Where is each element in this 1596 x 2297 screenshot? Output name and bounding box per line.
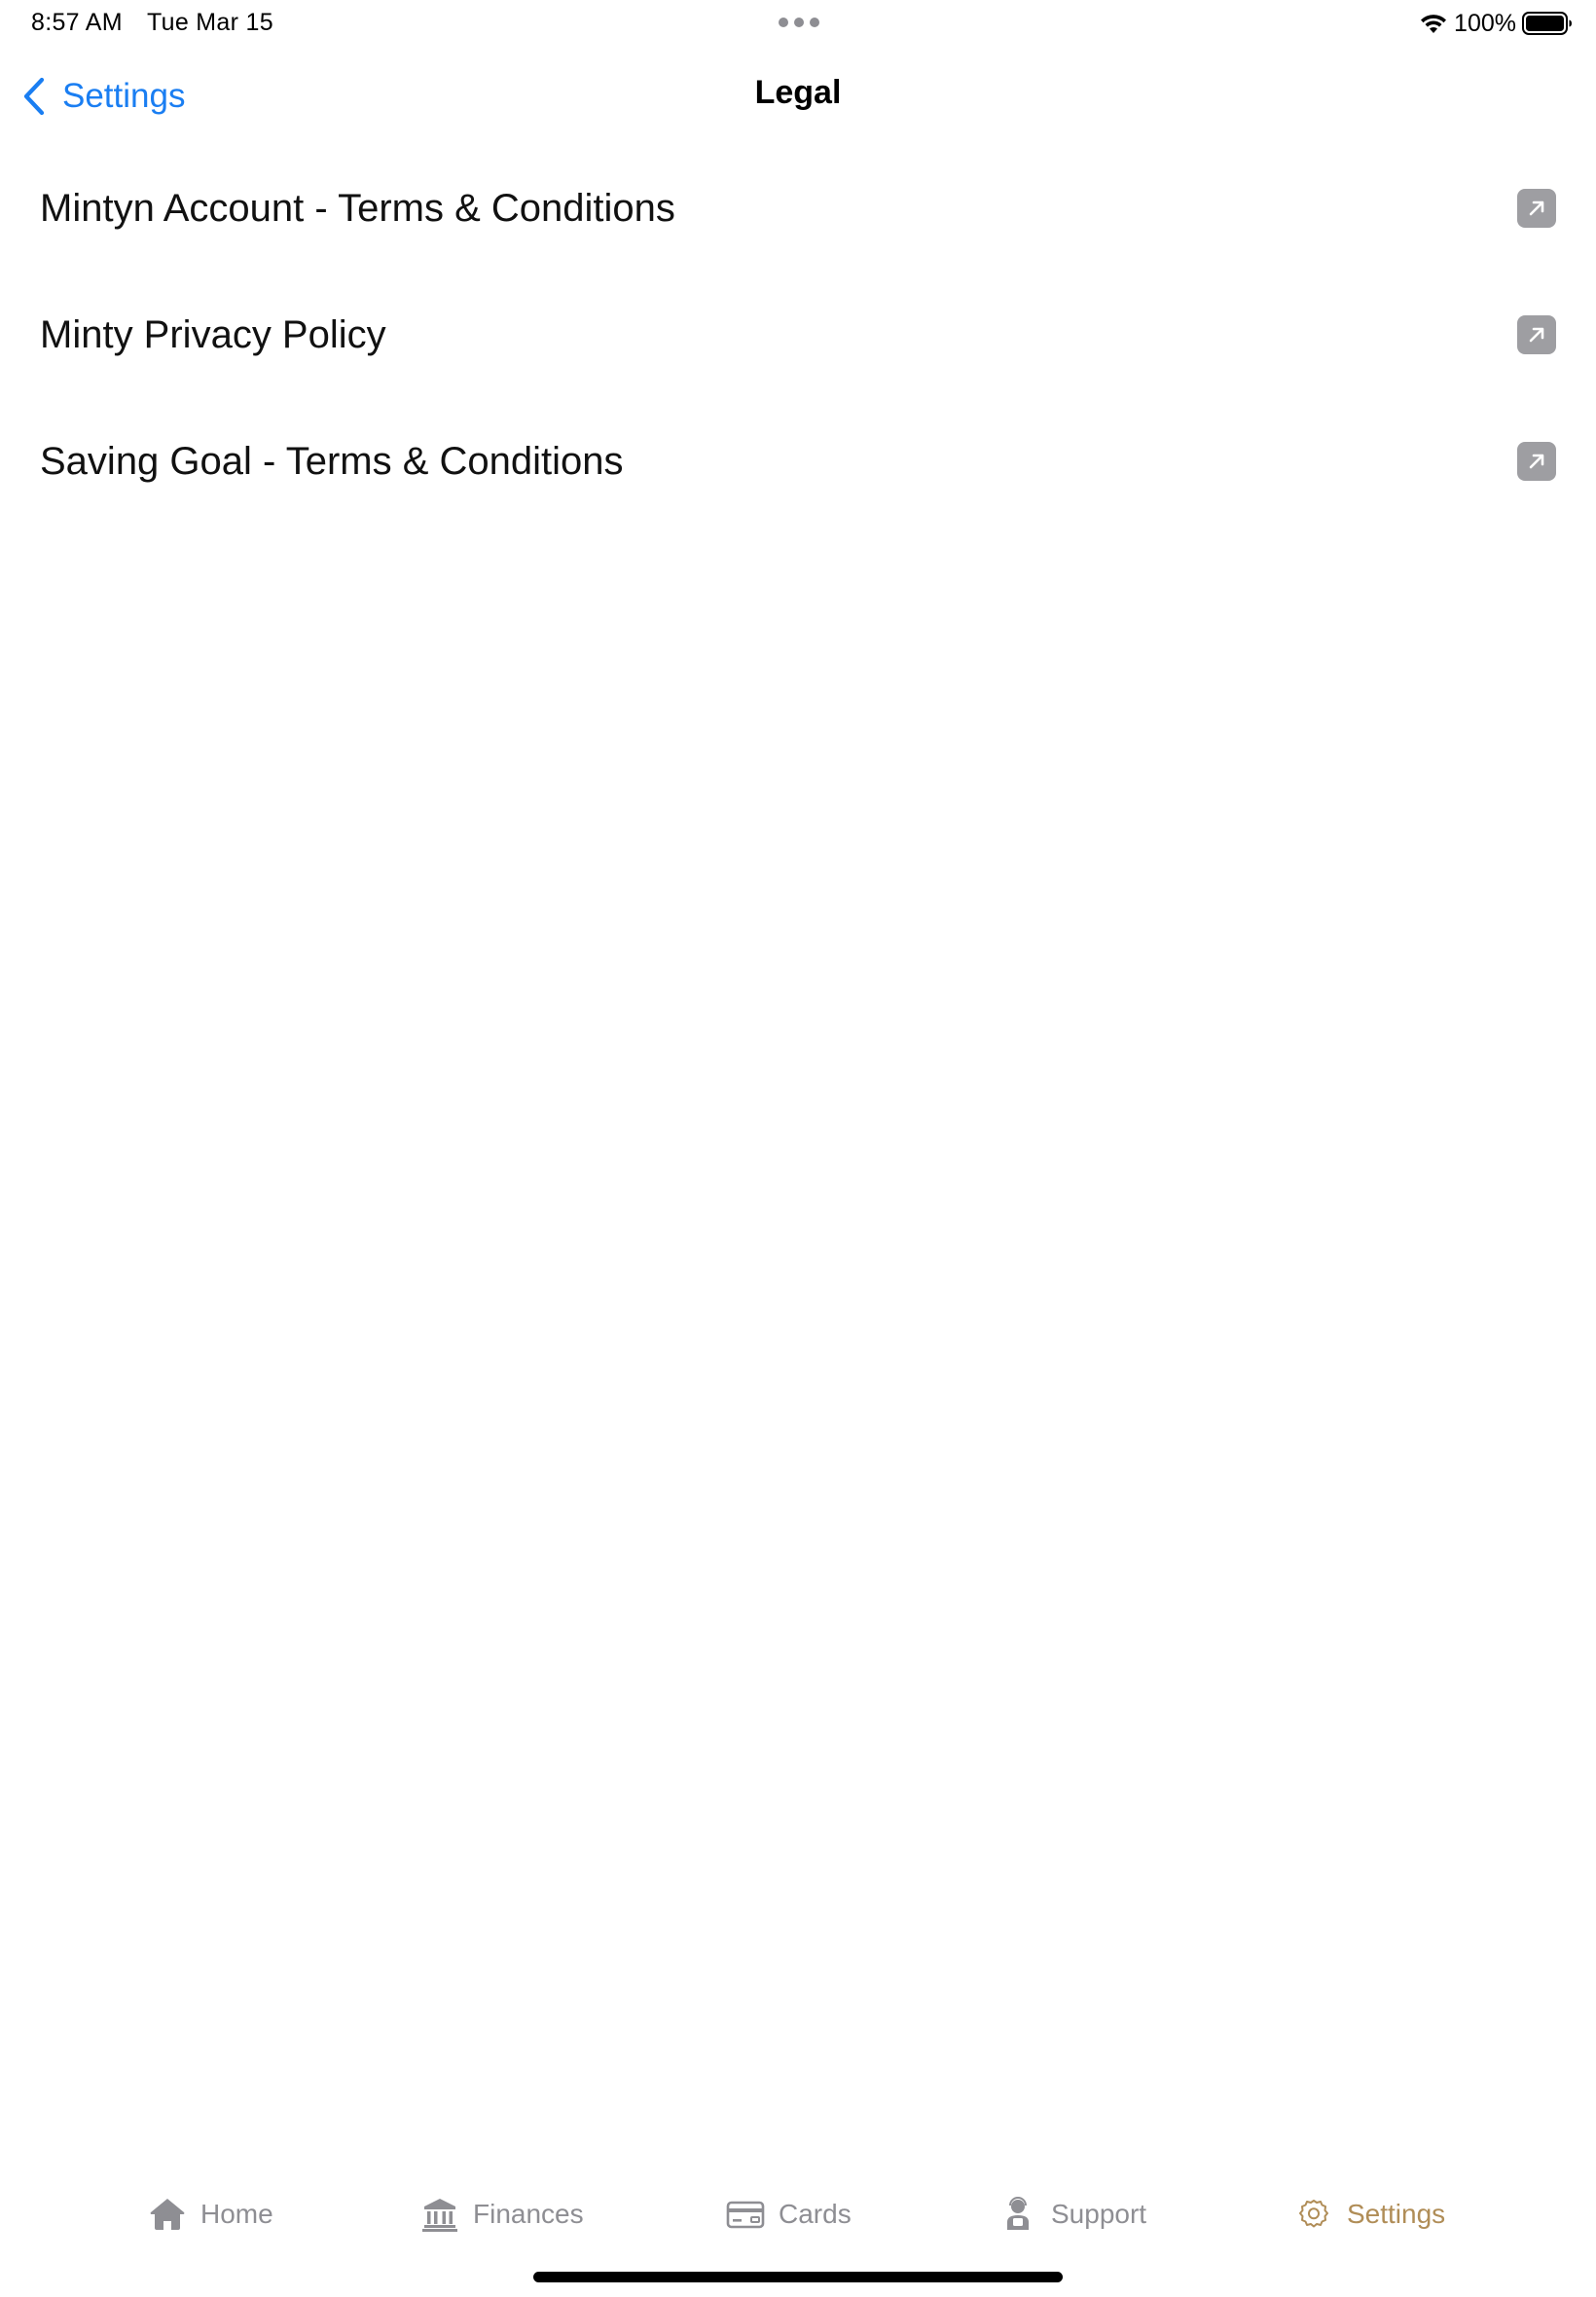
legal-item-saving-goal-terms[interactable]: Saving Goal - Terms & Conditions	[0, 419, 1596, 545]
tab-label: Settings	[1347, 2199, 1446, 2229]
legal-item-label: Mintyn Account - Terms & Conditions	[40, 187, 675, 230]
tab-home[interactable]: Home	[148, 2180, 273, 2248]
status-indicators: 100%	[1419, 8, 1573, 39]
battery-percentage: 100%	[1454, 9, 1516, 37]
status-bar: 8:57 AM Tue Mar 15 100%	[0, 0, 1596, 47]
tab-label: Support	[1051, 2199, 1147, 2229]
gear-icon	[1299, 2200, 1328, 2228]
battery-icon	[1522, 12, 1572, 35]
tab-label: Home	[200, 2199, 273, 2229]
house-icon	[150, 2199, 185, 2230]
wifi-icon	[1421, 15, 1447, 33]
legal-item-mintyn-account-terms[interactable]: Mintyn Account - Terms & Conditions	[0, 165, 1596, 292]
support-agent-icon	[1007, 2197, 1029, 2230]
status-time: 8:57 AM	[31, 9, 123, 36]
navigation-bar: Settings Legal	[0, 58, 1596, 136]
tab-support[interactable]: Support	[998, 2180, 1146, 2248]
tab-label: Cards	[779, 2199, 852, 2229]
external-link-icon[interactable]	[1517, 442, 1556, 481]
legal-item-label: Saving Goal - Terms & Conditions	[40, 440, 624, 483]
external-link-icon[interactable]	[1517, 315, 1556, 354]
home-indicator[interactable]	[533, 2272, 1063, 2282]
bank-icon	[422, 2199, 457, 2232]
legal-item-privacy-policy[interactable]: Minty Privacy Policy	[0, 292, 1596, 419]
legal-item-label: Minty Privacy Policy	[40, 313, 386, 356]
page-title: Legal	[754, 74, 842, 111]
tab-finances[interactable]: Finances	[420, 2180, 584, 2248]
tab-label: Finances	[473, 2199, 584, 2229]
status-date: Tue Mar 15	[147, 9, 273, 36]
tab-bar: Home Finances Cards Support Settings	[0, 2180, 1596, 2248]
external-link-icon[interactable]	[1517, 189, 1556, 228]
multitasking-dots-icon[interactable]	[779, 18, 821, 29]
tab-settings[interactable]: Settings	[1294, 2180, 1445, 2248]
tab-cards[interactable]: Cards	[726, 2180, 852, 2248]
legal-list: Mintyn Account - Terms & Conditions Mint…	[0, 165, 1596, 545]
card-icon	[726, 2201, 765, 2229]
